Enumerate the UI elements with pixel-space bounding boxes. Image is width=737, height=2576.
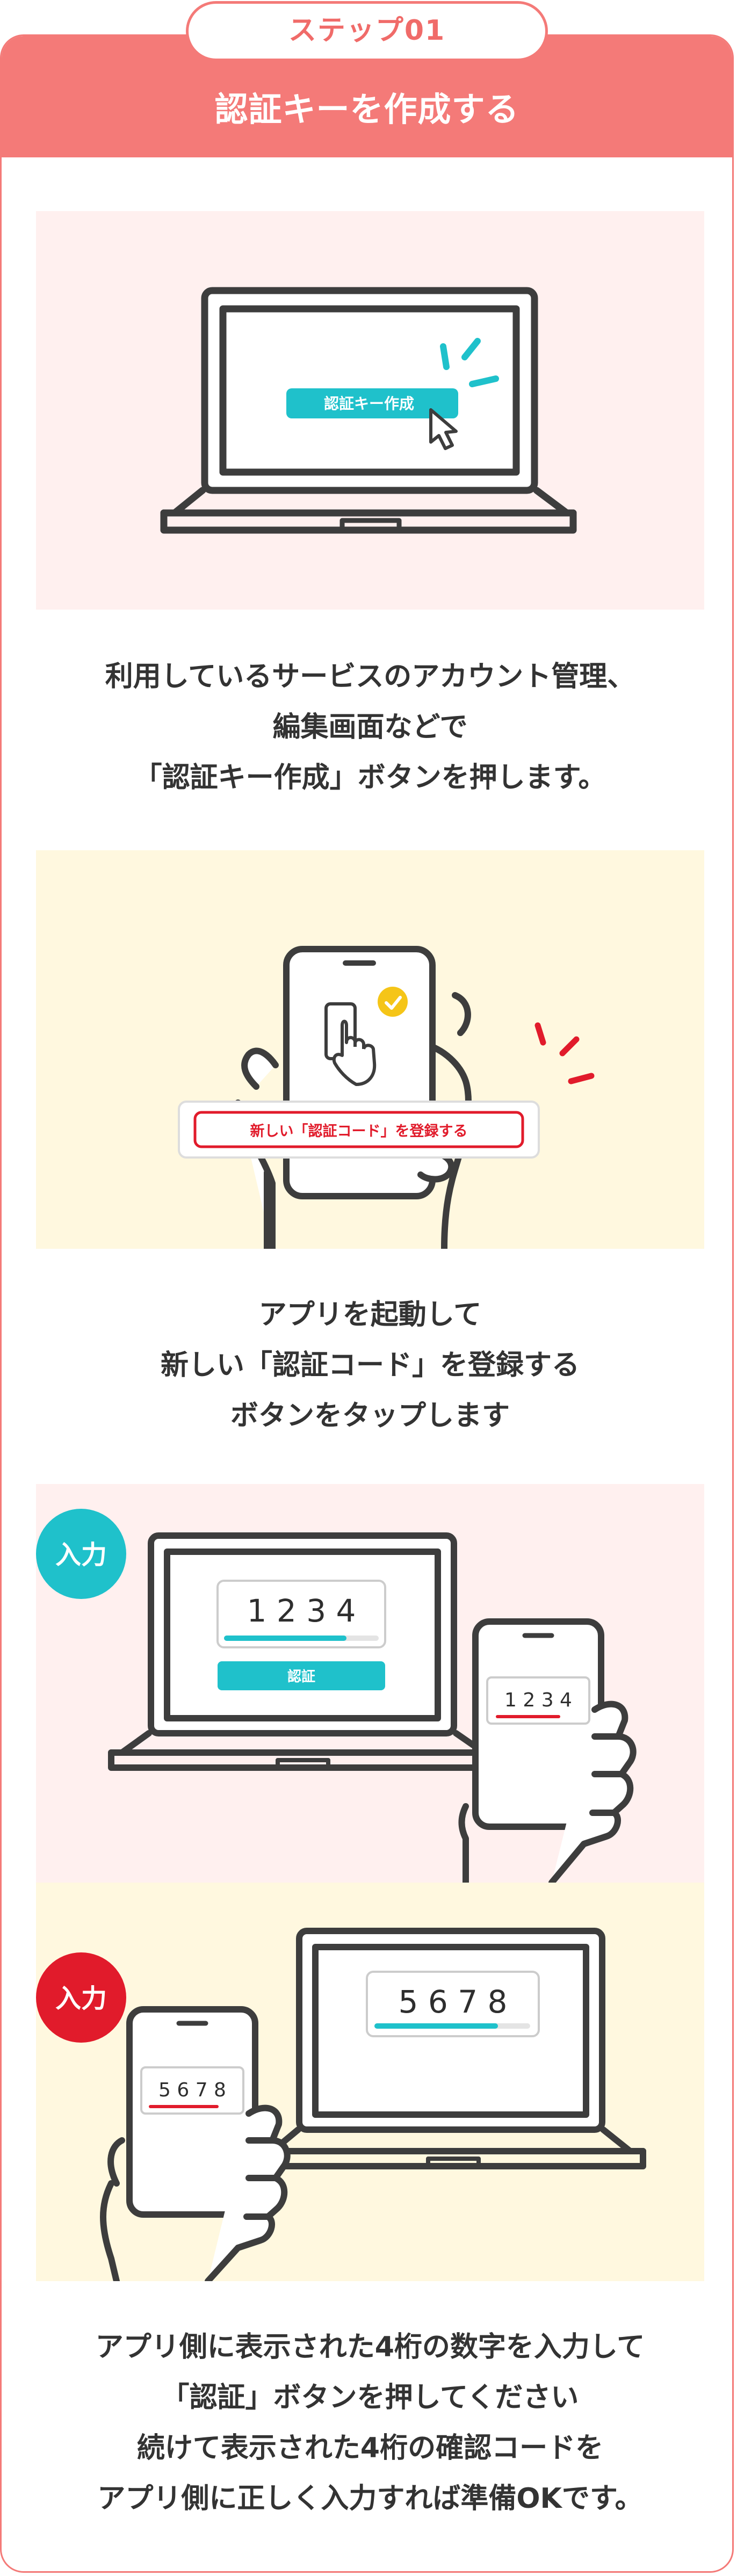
input-badge-label: 入力: [55, 1984, 107, 2014]
caption-line: 「認証」ボタンを押してください: [161, 2382, 579, 2414]
attention-mark-icon: [534, 1022, 595, 1084]
step-card: 認証キーを作成する 認証キー作成 利用しているサービスのアカウント管理、 編集画…: [0, 34, 734, 2573]
phone-code-value: 1 2 3 4: [504, 1689, 572, 1711]
caption-line: アプリを起動して: [258, 1299, 482, 1331]
register-code-button-label: 新しい「認証コード」を登録する: [250, 1123, 468, 1140]
caption-line: ボタンをタップします: [230, 1400, 510, 1432]
caption-line: 「認証キー作成」ボタンを押します。: [134, 762, 606, 794]
phone-input-illustration: 5 6 7 8 5 6 7 8 入力: [36, 1883, 704, 2281]
caption-line: アプリ側に正しく入力すれば準備OKです。: [97, 2483, 643, 2515]
step-label: ステップ01: [186, 1, 548, 61]
phone-illustration: 新しい「認証コード」を登録する: [36, 850, 704, 1249]
input-badge-label: 入力: [55, 1540, 107, 1570]
card-title: 認証キーを作成する: [214, 90, 519, 129]
create-key-button-label: 認証キー作成: [324, 395, 414, 413]
pc-input-illustration: 1 2 3 4 認証 1 2 3 4 入力: [36, 1484, 704, 1883]
laptop-icon: [108, 1532, 512, 1771]
pc-code-value: 5 6 7 8: [399, 1984, 508, 2020]
caption-line: 利用しているサービスのアカウント管理、: [105, 661, 635, 693]
caption-line: 続けて表示された4桁の確認コードを: [136, 2432, 604, 2464]
laptop-icon: [258, 1928, 646, 2169]
pc-code-progress: [224, 1636, 346, 1641]
pc-code-progress: [374, 2023, 498, 2029]
step2-caption: アプリを起動して 新しい「認証コード」を登録する ボタンをタップします: [23, 1290, 717, 1441]
pc-verify-button-label: 認証: [287, 1668, 315, 1685]
caption-line: 編集画面などで: [272, 711, 468, 743]
notification-icon: [378, 987, 408, 1017]
phone-code-value: 5 6 7 8: [158, 2079, 226, 2101]
pc-code-value: 1 2 3 4: [247, 1593, 356, 1629]
caption-line: アプリ側に表示された4桁の数字を入力して: [95, 2331, 645, 2363]
step1-caption: 利用しているサービスのアカウント管理、 編集画面などで 「認証キー作成」ボタンを…: [23, 652, 717, 803]
caption-line: 新しい「認証コード」を登録する: [160, 1349, 580, 1381]
step34-caption: アプリ側に表示された4桁の数字を入力して 「認証」ボタンを押してください 続けて…: [23, 2322, 717, 2524]
laptop-illustration: 認証キー作成: [36, 211, 704, 610]
